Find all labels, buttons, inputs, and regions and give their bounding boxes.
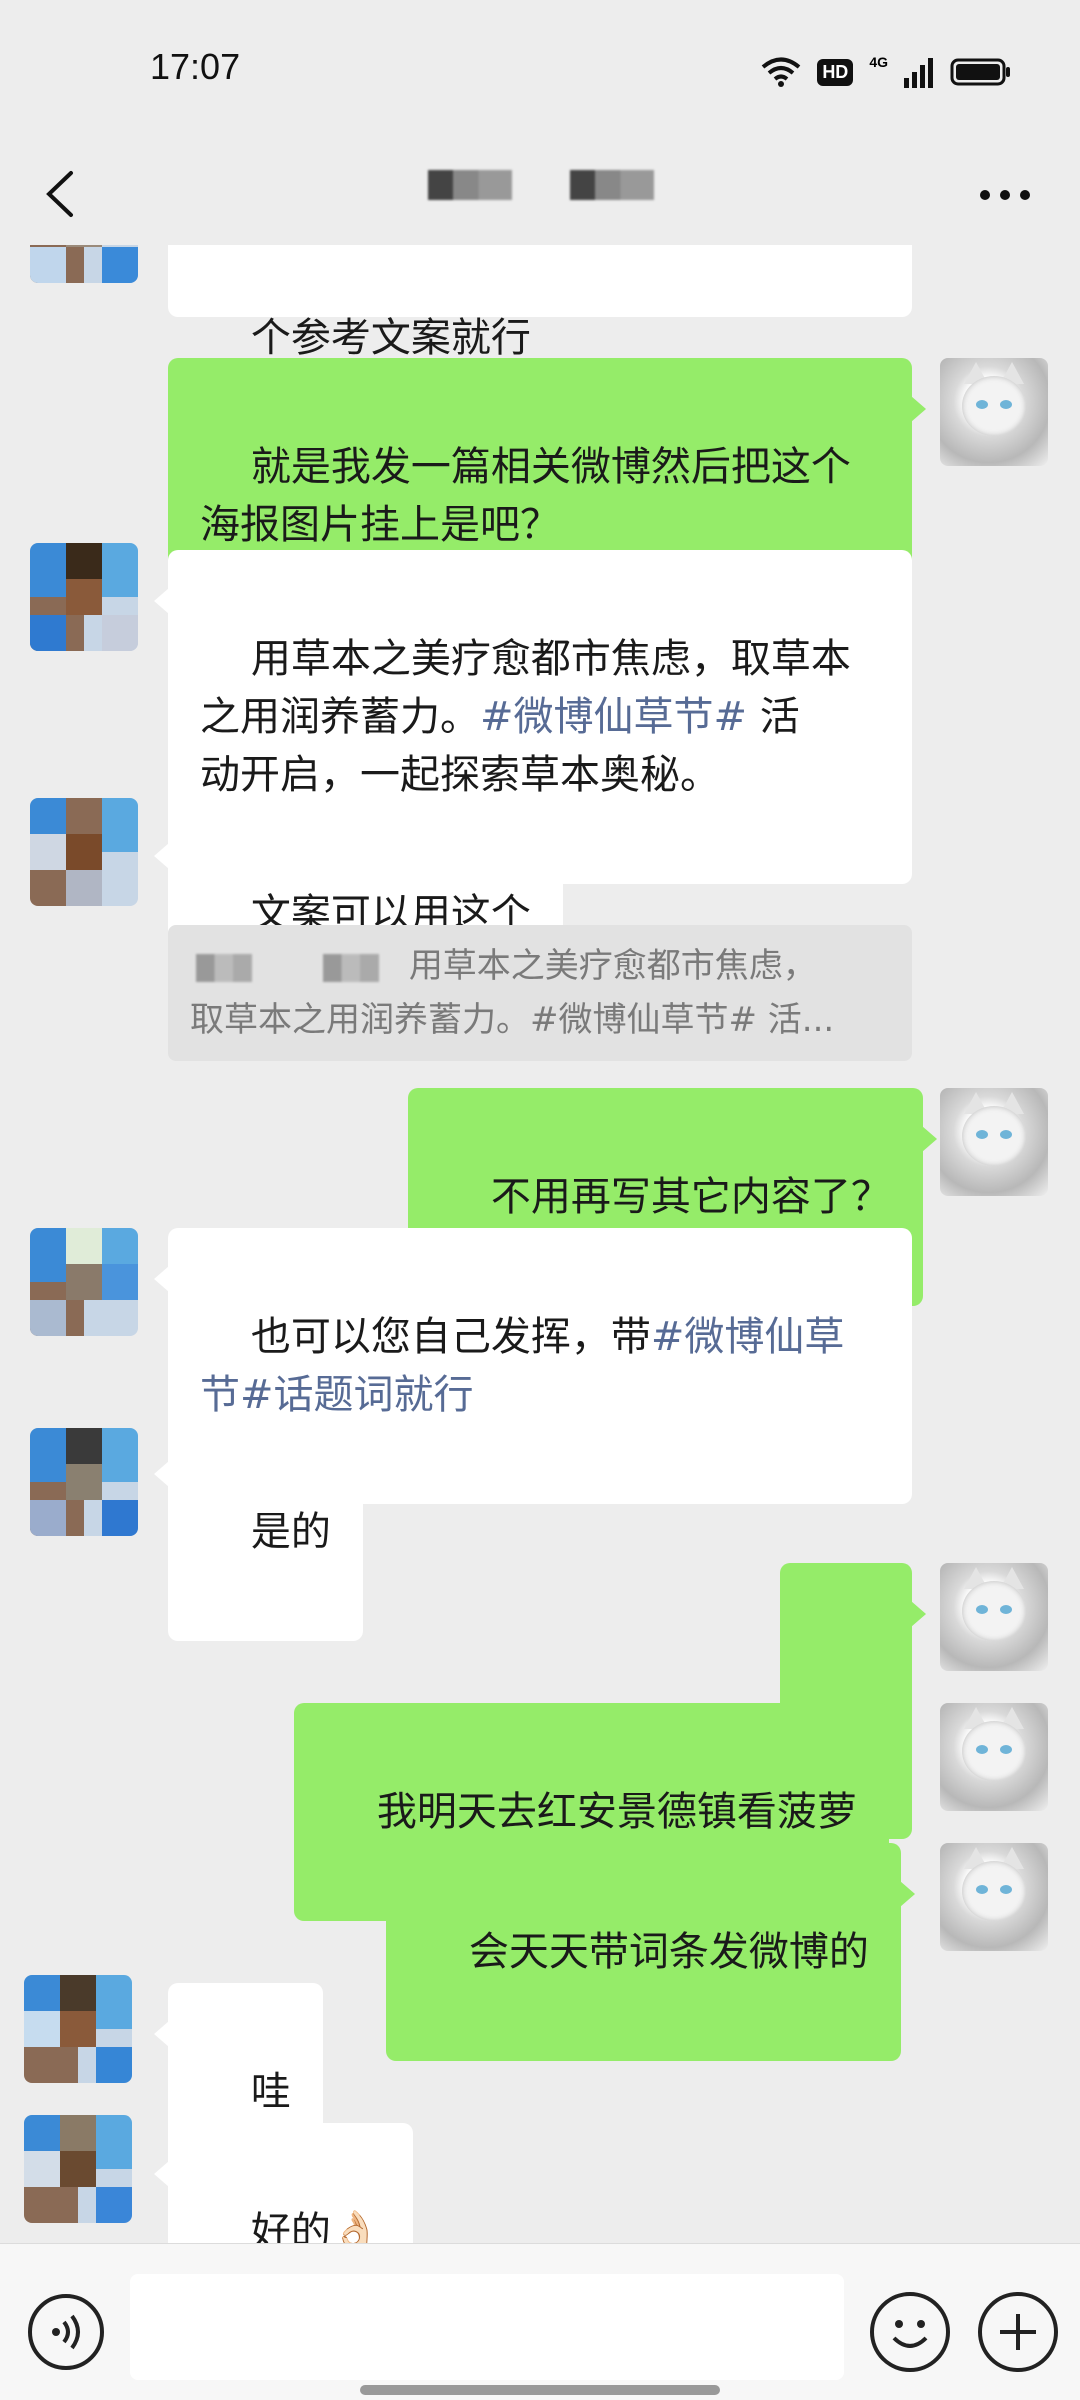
hashtag-link[interactable]: 话题词就行 <box>274 1372 474 1418</box>
message-text: 不用再写其它内容了？ <box>490 1174 891 1220</box>
voice-icon <box>52 2314 80 2350</box>
message-bubble[interactable]: 是的 <box>154 1423 363 1641</box>
nav-bar <box>0 140 1080 245</box>
status-bar: 17:07 HD 4G <box>0 0 1080 140</box>
signal-icon <box>904 58 933 88</box>
emoji-button[interactable] <box>870 2292 950 2372</box>
message-text: 好的👌🏻 <box>250 2209 381 2243</box>
avatar[interactable] <box>24 1975 132 2083</box>
chat-area[interactable]: 个参考文案就行 就是我发一篇相关微博然后把这个 海报图片挂上是吧？ 用草本之美疗… <box>0 245 1080 2243</box>
chat-title-blur <box>570 170 654 200</box>
avatar[interactable] <box>940 1563 1048 1671</box>
wifi-icon <box>762 57 801 87</box>
message-bubble[interactable]: 好的👌🏻 <box>154 2123 413 2243</box>
hashtag-link[interactable]: #微博仙草节# <box>480 694 747 740</box>
input-bar <box>0 2243 1080 2400</box>
avatar[interactable] <box>940 1703 1048 1811</box>
message-bubble[interactable]: 个参考文案就行 <box>168 245 912 361</box>
emoji-icon <box>892 2320 928 2348</box>
avatar[interactable] <box>940 1088 1048 1196</box>
battery-icon <box>950 58 1010 86</box>
home-indicator <box>360 2385 720 2395</box>
quote-text: 取草本之用润养蓄力。#微博仙草节# 活... <box>190 1000 835 1040</box>
avatar[interactable] <box>30 1228 138 1336</box>
avatar[interactable] <box>30 543 138 651</box>
message-text: 会天天带词条发微博的 <box>468 1929 869 1975</box>
plus-icon <box>1000 2314 1036 2350</box>
more-button[interactable] <box>970 170 1040 220</box>
network-label: 4G <box>869 54 888 70</box>
message-text: 哇 <box>250 2069 291 2115</box>
message-text: 就是我发一篇相关微博然后把这个 海报图片挂上是吧？ <box>200 444 851 548</box>
quote-sender-blur <box>322 953 379 982</box>
message-bubble[interactable]: 会天天带词条发微博的 <box>386 1843 915 2061</box>
message-text: 是的 <box>250 1509 331 1555</box>
avatar[interactable] <box>24 2115 132 2223</box>
message-text: 个参考文案就行 <box>250 315 531 361</box>
quoted-message[interactable]: 用草本之美疗愈都市焦虑， 取草本之用润养蓄力。#微博仙草节# 活... <box>168 925 912 1061</box>
quote-text: 用草本之美疗愈都市焦虑， <box>408 946 817 986</box>
plus-button[interactable] <box>978 2292 1058 2372</box>
hd-badge: HD <box>817 58 854 86</box>
message-input[interactable] <box>130 2274 844 2380</box>
avatar[interactable] <box>30 1428 138 1536</box>
chevron-left-icon <box>46 171 73 217</box>
avatar[interactable] <box>30 798 138 906</box>
voice-button[interactable] <box>28 2294 104 2370</box>
avatar[interactable] <box>30 245 138 283</box>
message-text: 也可以您自己发挥，带 <box>250 1314 651 1360</box>
message-text: 我明天去红安景德镇看菠萝 <box>376 1789 857 1835</box>
quote-sender-blur <box>196 953 252 982</box>
avatar[interactable] <box>940 358 1048 466</box>
chat-title-blur <box>428 170 512 200</box>
status-icons: HD 4G <box>761 52 1012 92</box>
avatar[interactable] <box>940 1843 1048 1951</box>
back-button[interactable] <box>30 154 90 234</box>
more-icon <box>980 190 1030 200</box>
status-time: 17:07 <box>150 46 241 87</box>
